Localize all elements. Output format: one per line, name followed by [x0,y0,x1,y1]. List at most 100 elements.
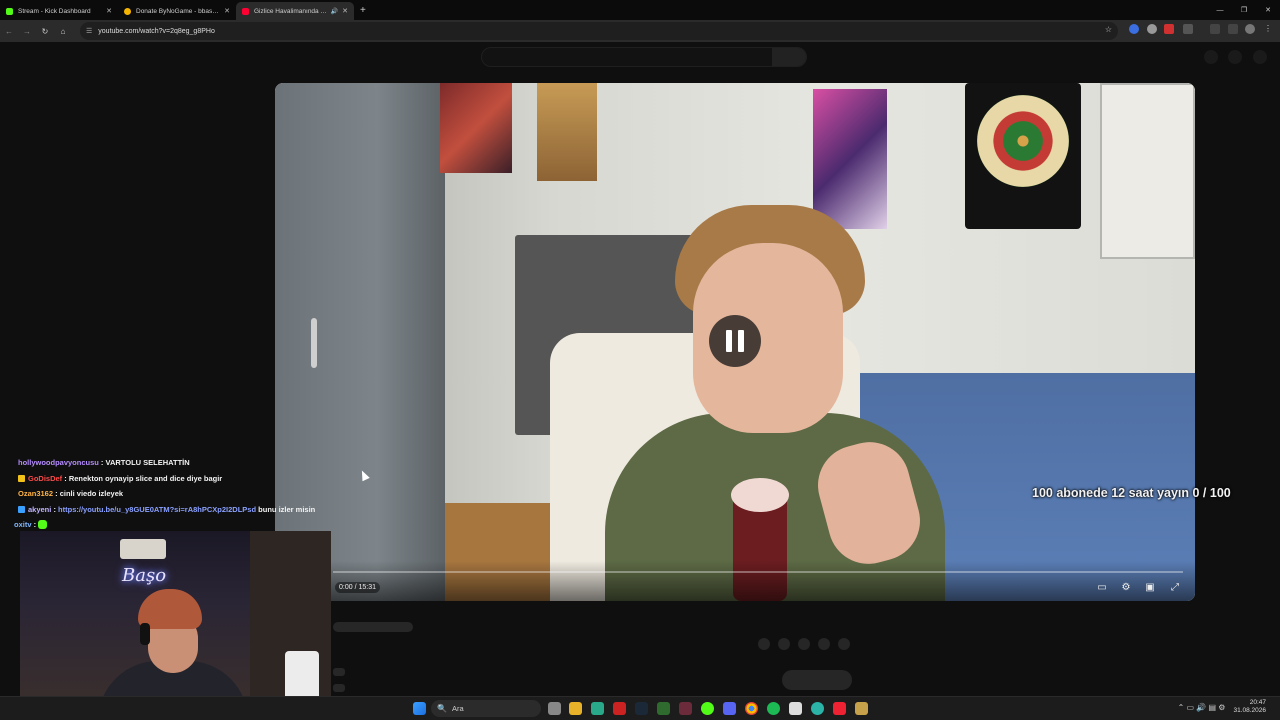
tab-title: Stream - Kick Dashboard [18,7,91,15]
chrome-icon[interactable] [745,702,758,715]
close-tab-icon[interactable]: ✕ [106,7,112,15]
pause-icon[interactable] [709,315,761,367]
windows-start-icon[interactable] [413,702,426,715]
wall-poster [813,89,887,229]
download-icon[interactable] [1210,24,1220,34]
clock[interactable]: 20:47 31.08.2026 [1233,699,1266,715]
search-icon[interactable] [772,48,806,66]
verified-badge-icon [18,505,25,513]
youtube-search-box[interactable] [481,47,807,67]
chat-text: VARTOLU SELEHATTİN [105,458,190,468]
chat-username: hollywoodpavyoncusu [18,458,99,468]
app-icon[interactable] [679,702,692,715]
chat-username: Ozan3162 [18,489,54,499]
settings-gear-icon[interactable]: ⚙ [1119,580,1133,594]
chat-message: Ozan3162 : cinli viedo izleyek [18,489,124,499]
edge-icon[interactable] [811,702,824,715]
action-buttons-placeholder [758,638,858,650]
chat-username: oxitv [14,520,32,530]
forward-icon[interactable]: → [18,22,36,40]
miniplayer-icon[interactable]: ▣ [1143,580,1157,594]
tab-title: Donate ByNoGame - bbasho D... [136,7,220,15]
url-text: youtube.com/watch?v=2q8eg_g8PHo [98,27,215,35]
reload-icon[interactable]: ↻ [36,22,54,40]
extension-icon[interactable] [1129,24,1139,34]
audio-playing-icon[interactable]: 🔊 [331,8,338,15]
chat-link[interactable]: https://youtu.be/u_y8GUE0ATM?si=rA8hPCXp… [58,505,256,514]
create-icon[interactable] [1204,50,1218,64]
app-icon[interactable] [613,702,626,715]
account-avatar[interactable] [1253,50,1267,64]
close-tab-icon[interactable]: ✕ [342,7,348,15]
tab-donate-bynogame[interactable]: Donate ByNoGame - bbasho D... ✕ [118,2,236,20]
stream-chat-overlay: hollywoodpavyoncusu : VARTOLU SELEHATTİN… [14,455,344,533]
extension-icon[interactable] [1164,24,1174,34]
window-controls: — ❐ ✕ [1208,0,1280,20]
tab-youtube-video[interactable]: Gizlice Havalimanında Yaşa... 🔊 ✕ [236,2,354,20]
neon-sign: Başo [122,565,167,586]
subtitles-icon[interactable]: ▭ [1095,580,1109,594]
tray-icons[interactable]: ⌃ ▭ 🔊 ▤ ⚙ [1178,703,1226,712]
discord-icon[interactable] [723,702,736,715]
dartboard [965,83,1081,229]
notifications-icon[interactable] [1228,50,1242,64]
back-icon[interactable]: ← [0,22,18,40]
fullscreen-icon[interactable]: ⤢ [1168,580,1182,594]
search-placeholder: Ara [451,704,464,713]
search-icon: 🔍 [437,704,447,713]
chat-username: GoDisDef [28,473,63,483]
tab-title: Gizlice Havalimanında Yaşa... [254,7,328,15]
profile-avatar-icon[interactable] [1245,24,1255,34]
maximize-icon[interactable]: ❐ [1232,0,1256,20]
steam-icon[interactable] [635,702,648,715]
chat-message: akyeni : https://youtu.be/u_y8GUE0ATM?si… [14,502,344,518]
bynogame-favicon-icon [124,7,131,15]
app-icon[interactable] [591,702,604,715]
webcam-feed: Başo [20,531,331,706]
extensions-puzzle-icon[interactable] [1183,24,1193,34]
home-icon[interactable]: ⌂ [54,22,72,40]
windows-taskbar: 🔍 Ara ⌃ ▭ 🔊 ▤ ⚙ 20:47 31.08.2026 [0,696,1280,720]
tab-kick-dashboard[interactable]: Stream - Kick Dashboard ✕ [0,2,118,20]
file-explorer-icon[interactable] [569,702,582,715]
emote-icon [38,520,48,530]
kick-favicon-icon [6,7,13,15]
whiteboard [1100,83,1195,259]
close-window-icon[interactable]: ✕ [1256,0,1280,20]
close-tab-icon[interactable]: ✕ [224,7,230,15]
menu-kebab-icon[interactable]: ⋮ [1264,24,1274,34]
minimize-icon[interactable]: — [1208,0,1232,20]
wall-poster [440,83,512,173]
extension-icon[interactable] [1147,24,1157,34]
address-bar[interactable]: ☰ youtube.com/watch?v=2q8eg_g8PHo ☆ [80,22,1118,40]
chat-text: cinli viedo izleyek [59,489,124,499]
bookmark-star-icon[interactable]: ☆ [1105,25,1112,34]
wall-poster [537,83,597,181]
subscribe-button-placeholder[interactable] [782,670,852,690]
kick-app-icon[interactable] [701,702,714,715]
site-info-icon[interactable]: ☰ [86,27,92,35]
video-title-placeholder [333,622,413,632]
progress-bar[interactable] [333,571,1183,573]
task-view-icon[interactable] [548,702,561,715]
spotify-icon[interactable] [767,702,780,715]
app-icon[interactable] [789,702,802,715]
video-player[interactable]: 0:00 / 15:31 ▭ ⚙ ▣ ⤢ [275,83,1195,601]
system-tray: ⌃ ▭ 🔊 ▤ ⚙ 20:47 31.08.2026 [1178,699,1266,715]
chat-text: Renekton oynayip slice and dice diye bag… [68,473,223,483]
app-icon[interactable] [833,702,846,715]
media-control-icon[interactable] [1228,24,1238,34]
chat-message: GoDisDef : Renekton oynayip slice and di… [14,471,344,487]
time-display: 0:00 / 15:31 [335,582,380,593]
subscriber-goal-overlay: 100 abonede 12 saat yayın 0 / 100 [1032,486,1231,500]
tumbler-cup [285,651,319,701]
taskbar-search[interactable]: 🔍 Ara [431,700,541,717]
chat-message: hollywoodpavyoncusu : VARTOLU SELEHATTİN [18,458,190,468]
new-tab-button[interactable]: + [360,2,366,20]
chat-username: akyeni [28,504,52,514]
player-controls: 0:00 / 15:31 ▭ ⚙ ▣ ⤢ [275,561,1195,601]
browser-tabstrip: Stream - Kick Dashboard ✕ Donate ByNoGam… [0,0,1280,20]
youtube-favicon-icon [242,7,249,15]
app-icon[interactable] [657,702,670,715]
league-icon[interactable] [855,702,868,715]
